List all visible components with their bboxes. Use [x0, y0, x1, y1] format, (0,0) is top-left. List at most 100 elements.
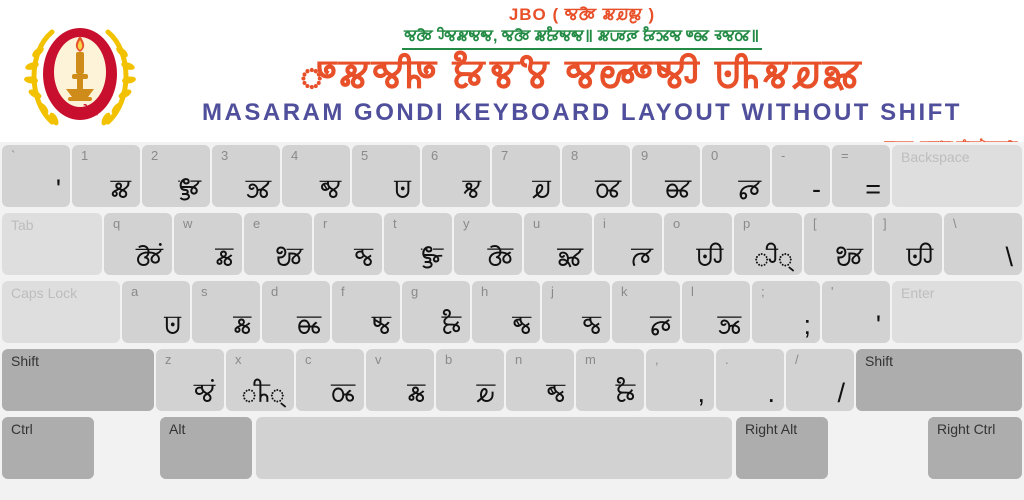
key-semicolon-gondi-glyph: ;	[803, 309, 811, 341]
jai-seva-lamp-emblem-logo: जय सेवा	[22, 16, 138, 134]
key-k-legend: k	[621, 284, 628, 300]
key-c[interactable]: c 𑵽𑶗	[296, 349, 364, 411]
key-minus[interactable]: --	[772, 145, 830, 207]
key-w[interactable]: w 𑵶𑶗	[174, 213, 242, 275]
key-4-gondi-glyph: 𑵹	[320, 173, 341, 205]
page-root: जय सेवा JBO ( 𑵰𑵱 𑵶𑵼𑶀 ) 𑵰𑵱 𑶋𑵰𑵶𑶃𑵹, 𑵰𑵱 𑵶𑶂𑶃𑵹…	[0, 0, 1024, 500]
key-y[interactable]: y 𑵱𑶗	[454, 213, 522, 275]
key-bracketright[interactable]: ] 𑵺𑶋	[874, 213, 942, 275]
key-semicolon[interactable]: ;;	[752, 281, 820, 343]
key-v[interactable]: v 𑵶𑶗	[366, 349, 434, 411]
key-ctrl-right-label: Right Ctrl	[937, 420, 995, 438]
key-bracketleft-legend: [	[813, 216, 817, 232]
key-y-gondi-glyph: 𑵱𑶗	[488, 241, 513, 273]
key-bracketleft[interactable]: [𑵴	[804, 213, 872, 275]
key-3[interactable]: 3𑵸	[212, 145, 280, 207]
title-block: JBO ( 𑵰𑵱 𑵶𑵼𑶀 ) 𑵰𑵱 𑶋𑵰𑵶𑶃𑵹, 𑵰𑵱 𑵶𑶂𑶃𑵹॥ 𑵶𑶇𑶈 𑶂𑶉…	[140, 0, 1024, 140]
key-enter-label: Enter	[901, 284, 934, 302]
key-alt-left[interactable]: Alt	[160, 417, 252, 479]
key-4[interactable]: 4𑵹	[282, 145, 350, 207]
key-0[interactable]: 0𑵵	[702, 145, 770, 207]
key-6-gondi-glyph: 𑵻	[463, 173, 481, 205]
key-comma-legend: ,	[655, 352, 659, 368]
svg-text:जय सेवा: जय सेवा	[60, 104, 99, 118]
key-backspace[interactable]: Backspace	[892, 145, 1022, 207]
key-l[interactable]: l 𑵸𑶗	[682, 281, 750, 343]
key-p-gondi-glyph: 𑶋𑶗	[754, 241, 793, 273]
key-i-gondi-glyph: 𑵳	[632, 241, 653, 273]
key-comma[interactable]: ,,	[646, 349, 714, 411]
key-q[interactable]: q 𑵱𑶕	[104, 213, 172, 275]
key-r-gondi-glyph: 𑵰𑶗	[354, 241, 373, 273]
key-5-legend: 5	[361, 148, 368, 164]
key-n-gondi-glyph: 𑵹𑶗	[546, 377, 565, 409]
key-s-legend: s	[201, 284, 208, 300]
key-slash-legend: /	[795, 352, 799, 368]
key-u-legend: u	[533, 216, 540, 232]
key-ctrl-left[interactable]: Ctrl	[2, 417, 94, 479]
key-shift-right[interactable]: Shift	[856, 349, 1022, 411]
key-k-gondi-glyph: 𑵵𑶗	[650, 309, 671, 341]
key-k[interactable]: k 𑵵𑶗	[612, 281, 680, 343]
key-minus-legend: -	[781, 148, 785, 164]
key-s[interactable]: s 𑵶𑶗	[192, 281, 260, 343]
jbo-line: JBO ( 𑵰𑵱 𑵶𑵼𑶀 )	[140, 4, 1024, 26]
home-row: Caps Lock a 𑵺 s 𑵶𑶗 d 𑵾𑶗 f 𑶃𑶗 g 𑶂𑶗 h 𑵹𑶗 j 𑵰𑶗 k 𑵵𑶗 l 𑵸𑶗;; ' ' E…	[0, 278, 1024, 346]
key-space[interactable]	[256, 417, 732, 479]
key-b[interactable]: b 𑵼𑶗	[436, 349, 504, 411]
key-m-gondi-glyph: 𑶂𑶗	[616, 377, 635, 409]
key-b-gondi-glyph: 𑵼𑶗	[477, 377, 495, 409]
key-o[interactable]: o 𑵺𑶋	[664, 213, 732, 275]
key-backquote[interactable]: ` '	[2, 145, 70, 207]
key-period[interactable]: ..	[716, 349, 784, 411]
key-1[interactable]: 1𑵶	[72, 145, 140, 207]
key-j[interactable]: j 𑵰𑶗	[542, 281, 610, 343]
key-8-legend: 8	[571, 148, 578, 164]
key-n[interactable]: n 𑵹𑶗	[506, 349, 574, 411]
key-r[interactable]: r 𑵰𑶗	[314, 213, 382, 275]
key-slash[interactable]: / /	[786, 349, 854, 411]
key-g[interactable]: g 𑶂𑶗	[402, 281, 470, 343]
key-enter[interactable]: Enter	[892, 281, 1022, 343]
key-a[interactable]: a𑵺	[122, 281, 190, 343]
key-2[interactable]: 2𑵷	[142, 145, 210, 207]
key-1-legend: 1	[81, 148, 88, 164]
key-z[interactable]: z 𑵰𑶕	[156, 349, 224, 411]
key-backslash[interactable]: \ \	[944, 213, 1022, 275]
key-q-legend: q	[113, 216, 120, 232]
key-backquote-legend: `	[11, 148, 15, 164]
key-l-gondi-glyph: 𑵸𑶗	[718, 309, 741, 341]
key-3-gondi-glyph: 𑵸	[246, 173, 271, 205]
key-equal[interactable]: = =	[832, 145, 890, 207]
key-capslock-label: Caps Lock	[11, 284, 77, 302]
key-d[interactable]: d 𑵾𑶗	[262, 281, 330, 343]
key-ctrl-right[interactable]: Right Ctrl	[928, 417, 1022, 479]
key-x[interactable]: x𑶌𑶗	[226, 349, 294, 411]
key-t[interactable]: t 𑵷𑶗	[384, 213, 452, 275]
key-o-legend: o	[673, 216, 680, 232]
key-quote[interactable]: ' '	[822, 281, 890, 343]
key-alt-right[interactable]: Right Alt	[736, 417, 828, 479]
key-6[interactable]: 6𑵻	[422, 145, 490, 207]
key-v-gondi-glyph: 𑵶𑶗	[407, 377, 425, 409]
key-f[interactable]: f 𑶃𑶗	[332, 281, 400, 343]
key-w-legend: w	[183, 216, 192, 232]
key-5[interactable]: 5𑵺	[352, 145, 420, 207]
key-u[interactable]: u𑵲	[524, 213, 592, 275]
key-equal-legend: =	[841, 148, 849, 164]
key-8[interactable]: 8𑵽	[562, 145, 630, 207]
key-e[interactable]: e𑵴	[244, 213, 312, 275]
key-p[interactable]: p𑶋𑶗	[734, 213, 802, 275]
key-9[interactable]: 9𑵾	[632, 145, 700, 207]
key-h[interactable]: h 𑵹𑶗	[472, 281, 540, 343]
key-capslock[interactable]: Caps Lock	[2, 281, 120, 343]
key-7[interactable]: 7𑵼	[492, 145, 560, 207]
key-m[interactable]: m 𑶂𑶗	[576, 349, 644, 411]
key-6-legend: 6	[431, 148, 438, 164]
qwerty-row: Tab q 𑵱𑶕 w 𑵶𑶗 e 𑵴 r 𑵰𑶗 t 𑵷𑶗 y 𑵱𑶗 u 𑵲 i 𑵳 o 𑵺𑶋 p𑶋𑶗[𑵴] 𑵺𑶋 \ \	[0, 210, 1024, 278]
key-tab[interactable]: Tab	[2, 213, 102, 275]
key-9-gondi-glyph: 𑵾	[665, 173, 691, 205]
key-i[interactable]: i𑵳	[594, 213, 662, 275]
key-shift-left[interactable]: Shift	[2, 349, 154, 411]
key-equal-gondi-glyph: =	[865, 173, 881, 205]
